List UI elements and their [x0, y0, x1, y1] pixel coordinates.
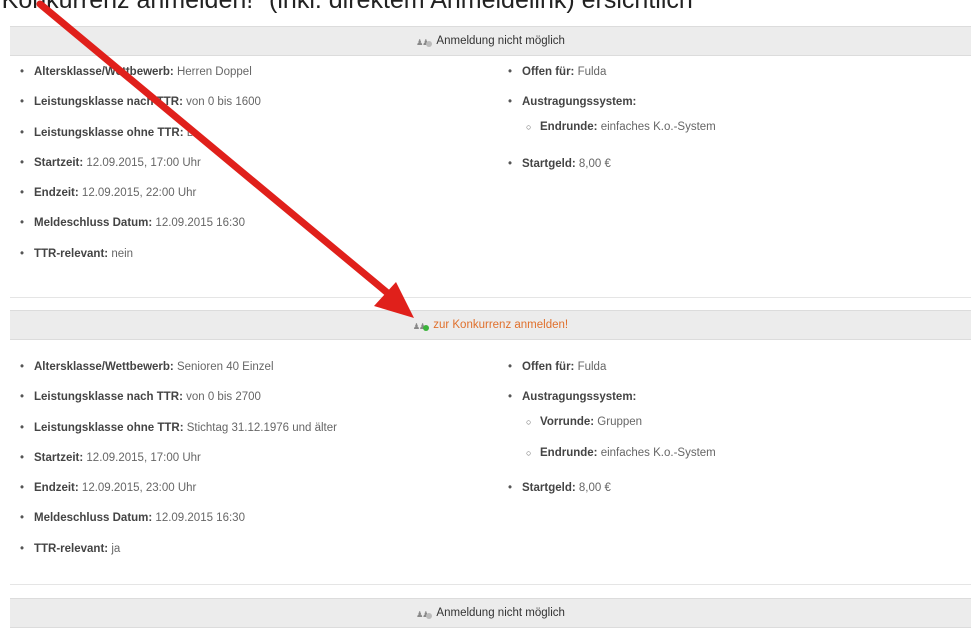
detail-item: • Altersklasse/Wettbewerb: Herren Doppel — [20, 66, 252, 78]
annotation-arrow-icon — [36, 0, 414, 318]
detail-item: • Endzeit: 12.09.2015, 22:00 Uhr — [20, 187, 197, 199]
detail-subitem: ○ Vorrunde: Gruppen — [526, 416, 643, 428]
detail-subitem: ○ Endrunde: einfaches K.o.-System — [526, 447, 716, 459]
detail-item: • Startzeit: 12.09.2015, 17:00 Uhr — [20, 452, 201, 464]
register-link-label[interactable]: zur Konkurrenz anmelden! — [433, 319, 568, 331]
detail-item: • Austragungssystem: — [508, 391, 637, 403]
annotation-caption: zur Konkurrenz anmelden!" (inkl. direkte… — [0, 0, 693, 14]
detail-item: • Offen für: Fulda — [508, 361, 607, 373]
register-competition-link[interactable]: ♟♟ zur Konkurrenz anmelden! — [10, 310, 971, 340]
group-add-icon: ♟♟ — [413, 319, 430, 331]
detail-item: • Meldeschluss Datum: 12.09.2015 16:30 — [20, 512, 245, 524]
detail-subitem: ○ Endrunde: einfaches K.o.-System — [526, 121, 716, 133]
section-divider — [10, 584, 971, 585]
detail-item: • TTR-relevant: nein — [20, 248, 134, 260]
detail-item: • Startzeit: 12.09.2015, 17:00 Uhr — [20, 157, 201, 169]
detail-item: • Offen für: Fulda — [508, 66, 607, 78]
detail-item: • Leistungsklasse ohne TTR: Stichtag 31.1… — [20, 422, 337, 434]
registration-status-bar-1: ♟♟ Anmeldung nicht möglich — [10, 26, 971, 56]
registration-status-bar-3: ♟♟ Anmeldung nicht möglich — [10, 598, 971, 628]
detail-item: • Startgeld: 8,00 € — [508, 158, 611, 170]
detail-item: • Meldeschluss Datum: 12.09.2015 16:30 — [20, 217, 245, 229]
detail-item: • Altersklasse/Wettbewerb: Senioren 40 Ei… — [20, 361, 274, 373]
registration-status-label: Anmeldung nicht möglich — [436, 607, 565, 619]
registration-status-label: Anmeldung nicht möglich — [436, 35, 565, 47]
detail-item: • Austragungssystem: — [508, 96, 637, 108]
section-divider — [10, 297, 971, 298]
detail-item: • Endzeit: 12.09.2015, 23:00 Uhr — [20, 482, 197, 494]
group-icon: ♟♟ — [416, 607, 433, 619]
detail-item: • Leistungsklasse nach TTR: von 0 bis 160… — [20, 96, 261, 108]
detail-item: • Startgeld: 8,00 € — [508, 482, 611, 494]
detail-item: • Leistungsklasse nach TTR: von 0 bis 270… — [20, 391, 261, 403]
group-icon: ♟♟ — [416, 35, 433, 47]
detail-item: • Leistungsklasse ohne TTR: D — [20, 127, 196, 139]
detail-item: • TTR-relevant: ja — [20, 543, 121, 555]
